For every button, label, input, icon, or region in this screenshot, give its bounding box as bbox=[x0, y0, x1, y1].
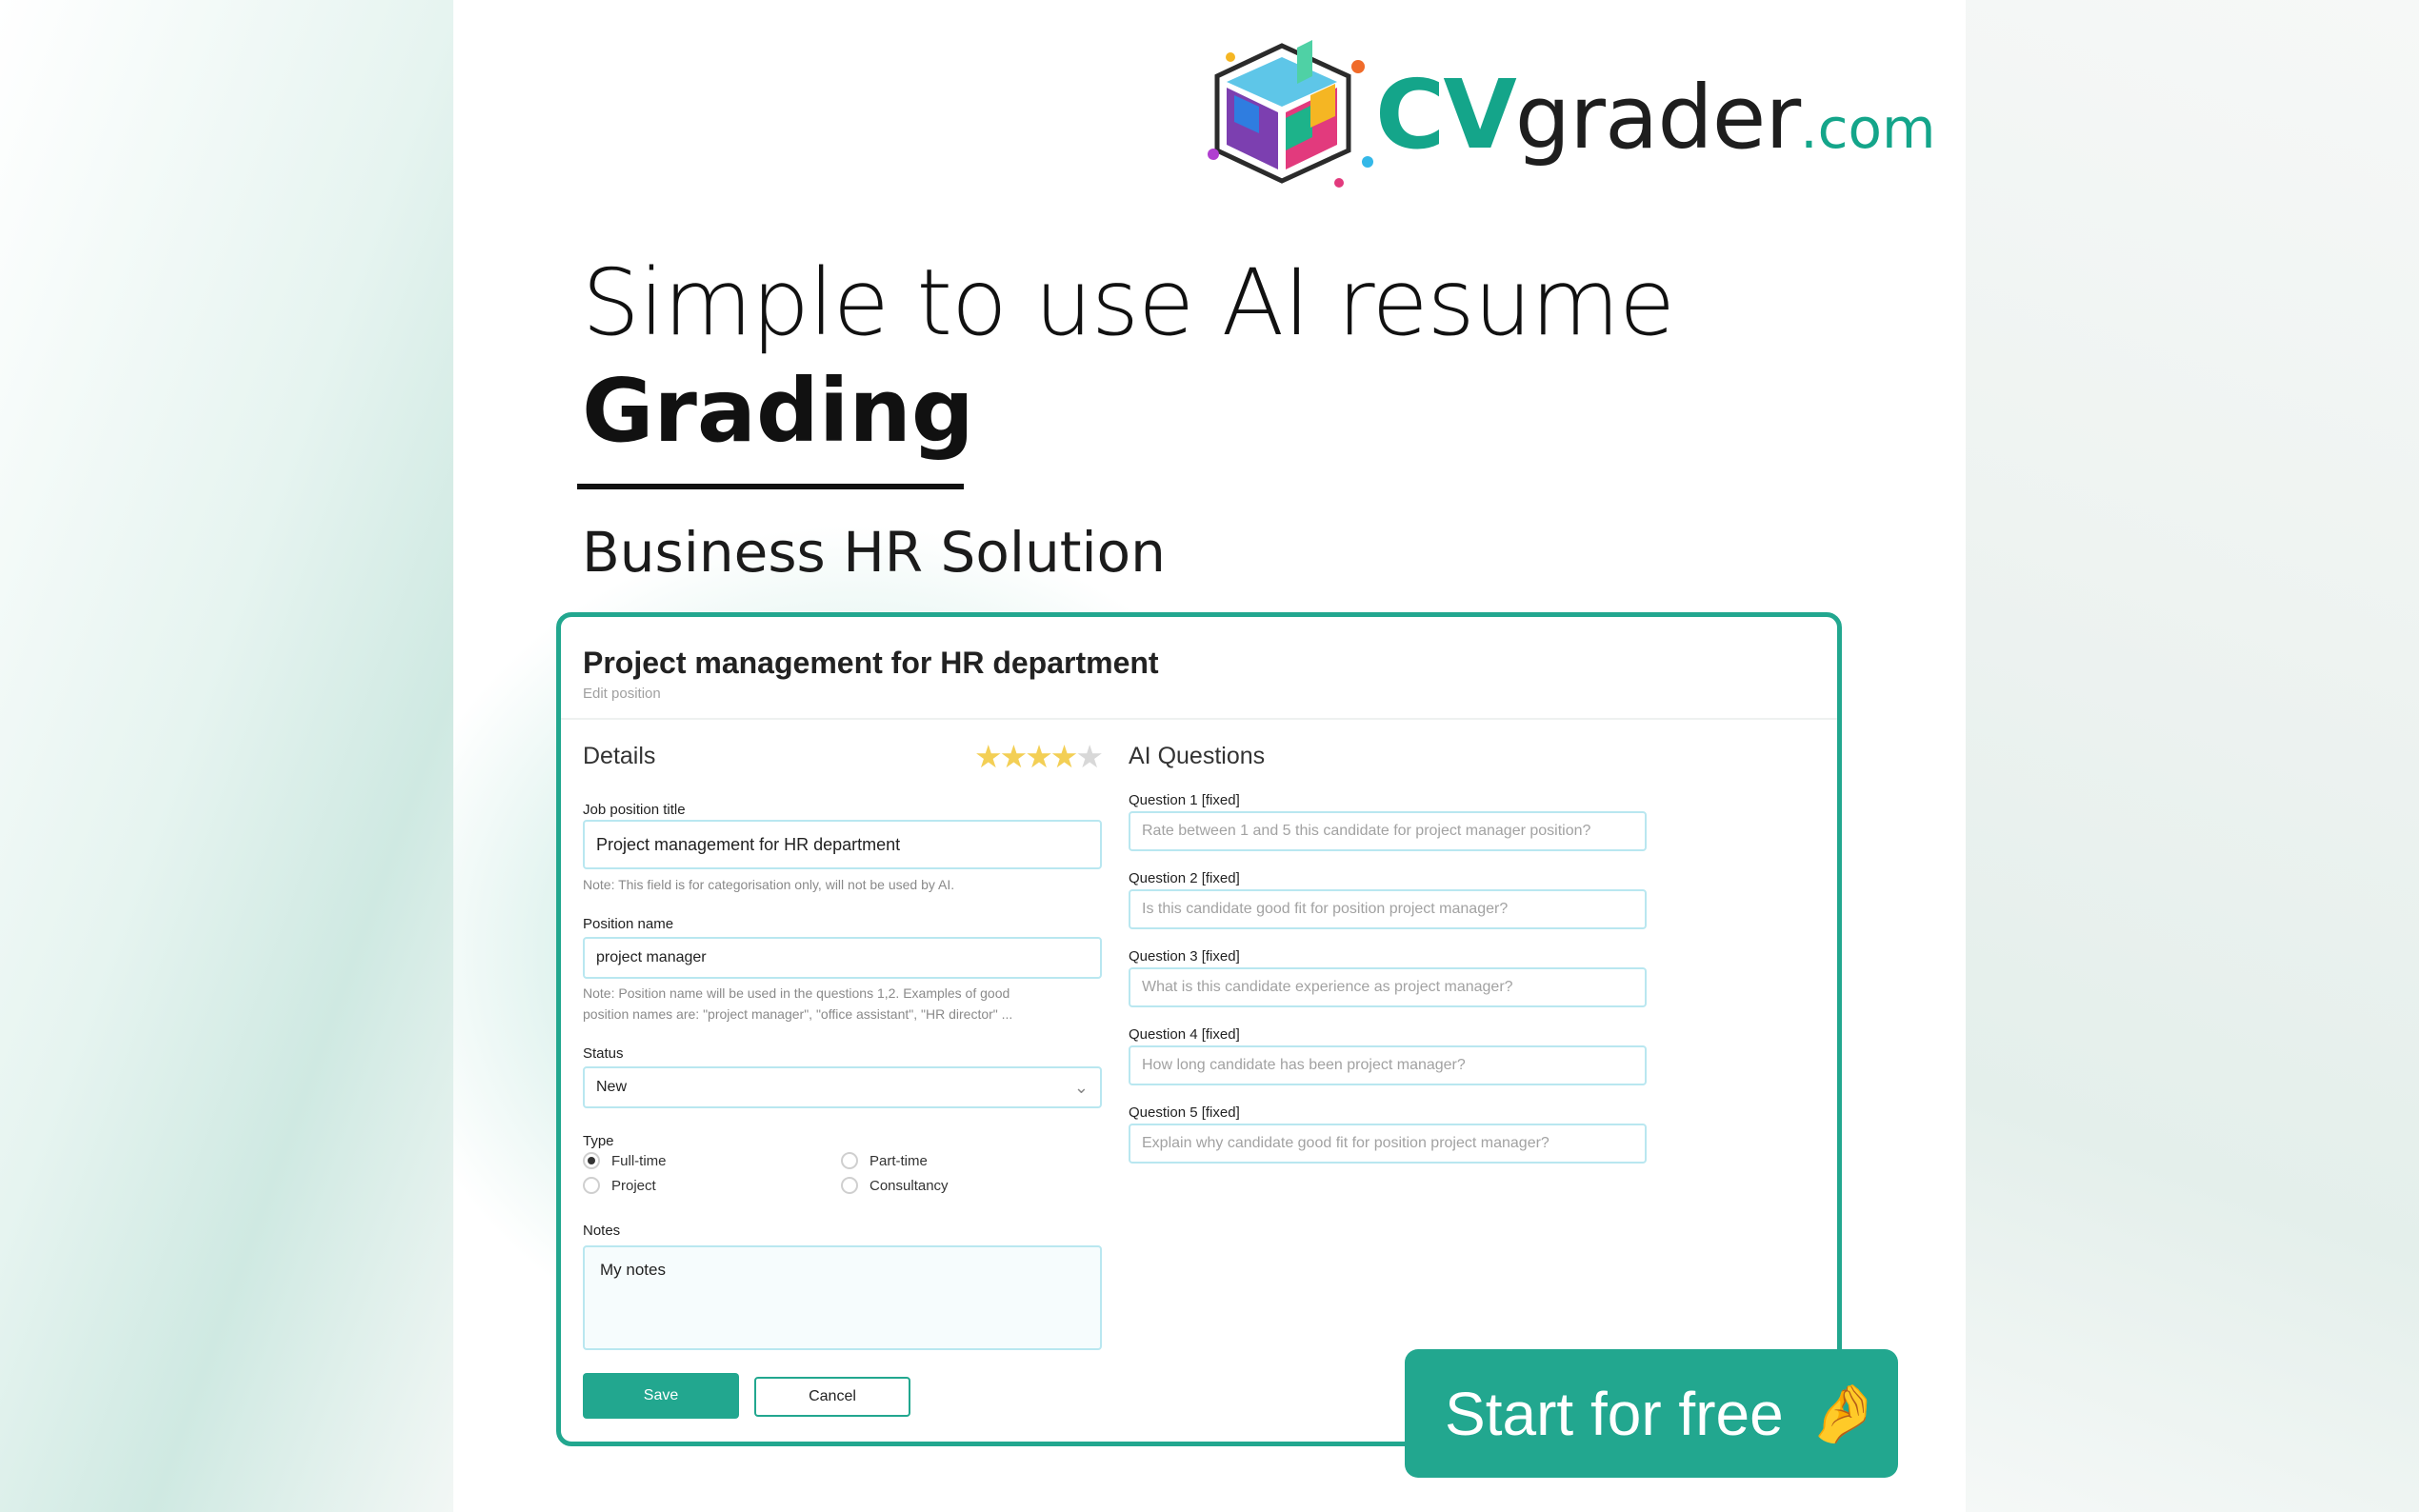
type-option-part-time[interactable]: Part-time bbox=[841, 1152, 928, 1169]
type-label: Type bbox=[583, 1133, 614, 1149]
rating-stars[interactable]: ★★★★★ bbox=[974, 739, 1104, 774]
position-name-input[interactable]: project manager bbox=[583, 937, 1102, 979]
question-4-label: Question 4 [fixed] bbox=[1129, 1026, 1240, 1043]
ai-questions-heading: AI Questions bbox=[1129, 743, 1266, 769]
question-1-label: Question 1 [fixed] bbox=[1129, 792, 1240, 808]
details-heading: Details bbox=[583, 743, 656, 769]
logo-cv-text: CV bbox=[1375, 59, 1517, 170]
position-name-note-line2: position names are: "project manager", "… bbox=[583, 1006, 1013, 1022]
status-value: New bbox=[596, 1079, 628, 1095]
type-option-label: Consultancy bbox=[870, 1177, 949, 1194]
type-option-label: Full-time bbox=[611, 1152, 667, 1169]
position-name-label: Position name bbox=[583, 916, 674, 932]
chevron-down-icon: ⌄ bbox=[1073, 1078, 1089, 1097]
type-option-full-time[interactable]: Full-time bbox=[583, 1152, 667, 1169]
type-option-label: Project bbox=[611, 1177, 656, 1194]
card-subtitle: Edit position bbox=[583, 686, 661, 702]
notes-textarea[interactable]: My notes bbox=[583, 1245, 1102, 1350]
radio-icon[interactable] bbox=[841, 1177, 858, 1194]
star-icon[interactable]: ★ bbox=[1025, 739, 1053, 774]
question-3-label: Question 3 [fixed] bbox=[1129, 948, 1240, 965]
card-title: Project management for HR department bbox=[583, 646, 1159, 680]
question-5-input[interactable]: Explain why candidate good fit for posit… bbox=[1129, 1124, 1647, 1164]
job-title-note: Note: This field is for categorisation o… bbox=[583, 877, 955, 892]
radio-icon[interactable] bbox=[841, 1152, 858, 1169]
promo-panel: CVgrader.com Simple to use AI resume Gra… bbox=[453, 0, 1966, 1512]
star-icon[interactable]: ★ bbox=[1000, 739, 1029, 774]
type-option-consultancy[interactable]: Consultancy bbox=[841, 1177, 949, 1194]
star-empty-icon[interactable]: ★ bbox=[1075, 739, 1104, 774]
save-button[interactable]: Save bbox=[583, 1373, 739, 1419]
question-5-label: Question 5 [fixed] bbox=[1129, 1104, 1240, 1121]
hero-headline-bold: Grading bbox=[582, 360, 974, 462]
hero-subtitle: Business HR Solution bbox=[582, 520, 1166, 585]
status-label: Status bbox=[583, 1045, 624, 1062]
logo-grader-text: grader bbox=[1514, 67, 1801, 169]
notes-label: Notes bbox=[583, 1223, 621, 1239]
job-title-label: Job position title bbox=[583, 802, 686, 818]
question-4-input[interactable]: How long candidate has been project mana… bbox=[1129, 1045, 1647, 1085]
cvgrader-logo: CVgrader.com bbox=[1206, 38, 1966, 200]
radio-icon[interactable] bbox=[583, 1177, 600, 1194]
logo-com-text: .com bbox=[1800, 96, 1936, 161]
job-title-input[interactable]: Project management for HR department bbox=[583, 820, 1102, 869]
card-header: Project management for HR department Edi… bbox=[561, 617, 1837, 720]
background-right bbox=[1966, 0, 2419, 1512]
star-icon[interactable]: ★ bbox=[1050, 739, 1079, 774]
question-2-label: Question 2 [fixed] bbox=[1129, 870, 1240, 886]
hero-headline: Simple to use AI resume bbox=[582, 249, 1675, 356]
type-option-project[interactable]: Project bbox=[583, 1177, 656, 1194]
logo-cube-icon bbox=[1208, 40, 1373, 188]
logo-wordmark: CVgrader.com bbox=[1375, 59, 1936, 170]
cancel-button[interactable]: Cancel bbox=[754, 1377, 910, 1417]
radio-checked-icon[interactable] bbox=[583, 1152, 600, 1169]
star-icon[interactable]: ★ bbox=[974, 739, 1003, 774]
pinched-fingers-icon: 🤌 bbox=[1808, 1382, 1880, 1445]
question-1-input[interactable]: Rate between 1 and 5 this candidate for … bbox=[1129, 811, 1647, 851]
start-for-free-button[interactable]: Start for free 🤌 bbox=[1405, 1349, 1898, 1478]
position-name-note-line1: Note: Position name will be used in the … bbox=[583, 985, 1010, 1001]
cta-label: Start for free bbox=[1445, 1379, 1784, 1448]
edit-position-card: Project management for HR department Edi… bbox=[556, 612, 1842, 1446]
background-left bbox=[0, 0, 453, 1512]
question-2-input[interactable]: Is this candidate good fit for position … bbox=[1129, 889, 1647, 929]
question-3-input[interactable]: What is this candidate experience as pro… bbox=[1129, 967, 1647, 1007]
status-select[interactable]: New ⌄ bbox=[583, 1066, 1102, 1108]
type-option-label: Part-time bbox=[870, 1152, 928, 1169]
hero-underline bbox=[577, 484, 964, 489]
